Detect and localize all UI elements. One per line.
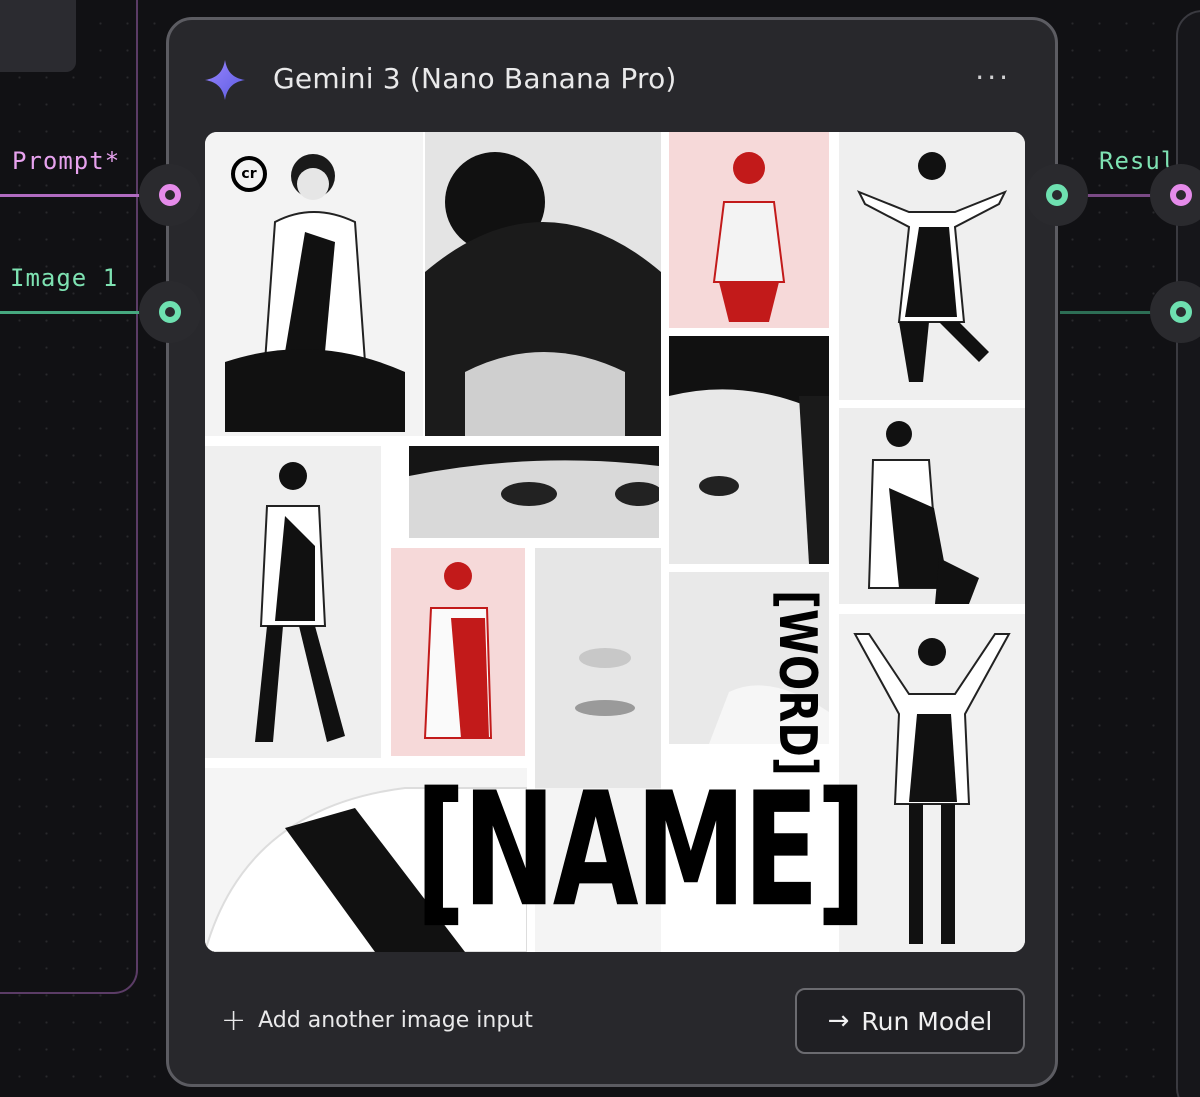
next-node-port-ring <box>1170 184 1192 206</box>
result-wire <box>1080 194 1160 197</box>
prompt-wire <box>0 194 140 197</box>
side-word-text: [WORD] <box>767 590 827 776</box>
face-right-graphic <box>669 336 829 564</box>
collage-tile-face-top <box>425 132 661 436</box>
image-wire <box>0 311 140 314</box>
output-image-preview[interactable]: cr [WORD] [NAME] <box>205 132 1025 952</box>
collage-tile-sitting: cr <box>205 132 423 436</box>
image-input-port[interactable] <box>139 281 201 343</box>
prompt-port-label: Prompt* <box>12 147 121 175</box>
collage-tile-red-crouch <box>669 132 829 328</box>
collage-tile-face-right <box>669 336 829 564</box>
plus-icon: + <box>221 1002 247 1038</box>
collage-tile-eyes <box>409 446 659 538</box>
collage-tile-arms-up <box>839 614 1025 952</box>
brand-logo: cr <box>231 156 267 192</box>
next-node-image-ring <box>1170 301 1192 323</box>
image-port-ring <box>159 301 181 323</box>
node-header[interactable]: Gemini 3 (Nano Banana Pro) ··· <box>169 20 1055 130</box>
next-node-image-port[interactable] <box>1150 281 1200 343</box>
figure-jump-graphic <box>856 152 1008 382</box>
image-port-label: Image 1 <box>10 264 119 292</box>
next-node-input-port[interactable] <box>1150 164 1200 226</box>
run-model-button[interactable]: → Run Model <box>795 988 1025 1054</box>
figure-walking-graphic <box>255 462 345 742</box>
collage-tile-jump <box>839 132 1025 400</box>
result-output-port[interactable] <box>1026 164 1088 226</box>
collage-tile-leaning <box>839 408 1025 604</box>
result-port-ring <box>1046 184 1068 206</box>
workflow-canvas[interactable]: Prompt* Image 1 Result Gemini 3 (Nano Ba… <box>0 0 1200 1097</box>
eyes-graphic <box>409 446 659 506</box>
sparkle-icon <box>205 60 245 100</box>
add-image-input-button[interactable]: + Add another image input <box>221 1002 533 1038</box>
result-wire-secondary <box>1060 311 1160 314</box>
collage-tile-walking <box>205 446 381 758</box>
run-model-label: Run Model <box>861 1006 993 1036</box>
collage-tile-red-standing <box>391 548 525 756</box>
more-options-icon[interactable]: ··· <box>975 64 1011 92</box>
node-title: Gemini 3 (Nano Banana Pro) <box>273 62 677 95</box>
arrow-right-icon: → <box>827 1006 850 1036</box>
add-image-input-label: Add another image input <box>258 1008 533 1033</box>
figure-leaning-graphic <box>867 421 979 604</box>
face-top-graphic <box>425 132 661 436</box>
figure-red-standing-graphic <box>423 562 493 739</box>
figure-arms-up-graphic <box>853 633 1011 944</box>
headline-name-text: [NAME] <box>415 759 867 943</box>
prompt-input-port[interactable] <box>139 164 201 226</box>
model-node[interactable]: Gemini 3 (Nano Banana Pro) ··· cr [WORD]… <box>166 17 1058 1087</box>
prompt-port-ring <box>159 184 181 206</box>
figure-red-crouch-graphic <box>712 152 786 322</box>
